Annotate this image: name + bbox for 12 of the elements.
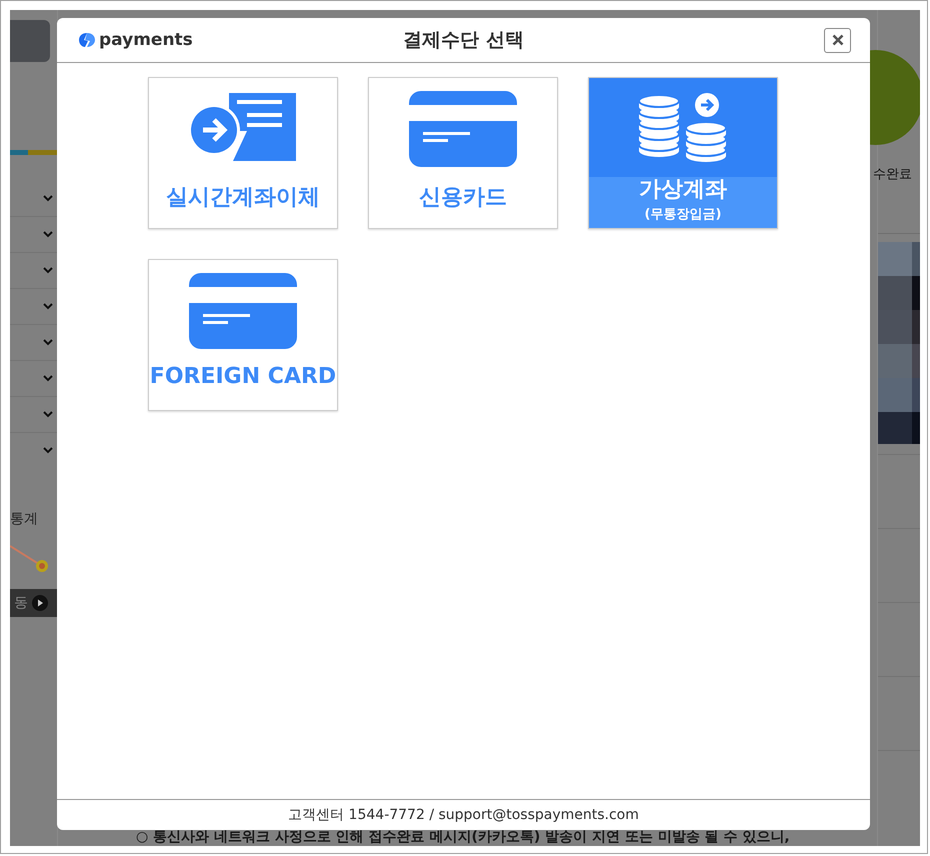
logo-text: payments bbox=[99, 30, 193, 50]
play-label: 동 bbox=[14, 594, 28, 612]
payment-method-tile[interactable]: FOREIGN CARD bbox=[148, 259, 338, 411]
payment-method-tile[interactable]: 신용카드 bbox=[368, 77, 558, 229]
stats-label: 통계 bbox=[10, 510, 39, 528]
support-contact-text: 고객센터 1544-7772 / support@tosspayments.com bbox=[288, 806, 639, 824]
notice-text: ○ 통신사와 네트워크 사정으로 인해 접수완료 메시지(카카오톡) 발송이 지연 또는 미발송 될 수 있으니, bbox=[135, 830, 791, 846]
status-label: 수완료 bbox=[873, 166, 913, 183]
play-bar[interactable]: 동 bbox=[10, 589, 57, 617]
payment-method-tile[interactable]: 실시간계좌이체 bbox=[148, 77, 338, 229]
payment-method-tile[interactable]: 가상계좌 (무통장입금) bbox=[588, 77, 778, 229]
dialog-title: 결제수단 선택 bbox=[403, 28, 524, 53]
